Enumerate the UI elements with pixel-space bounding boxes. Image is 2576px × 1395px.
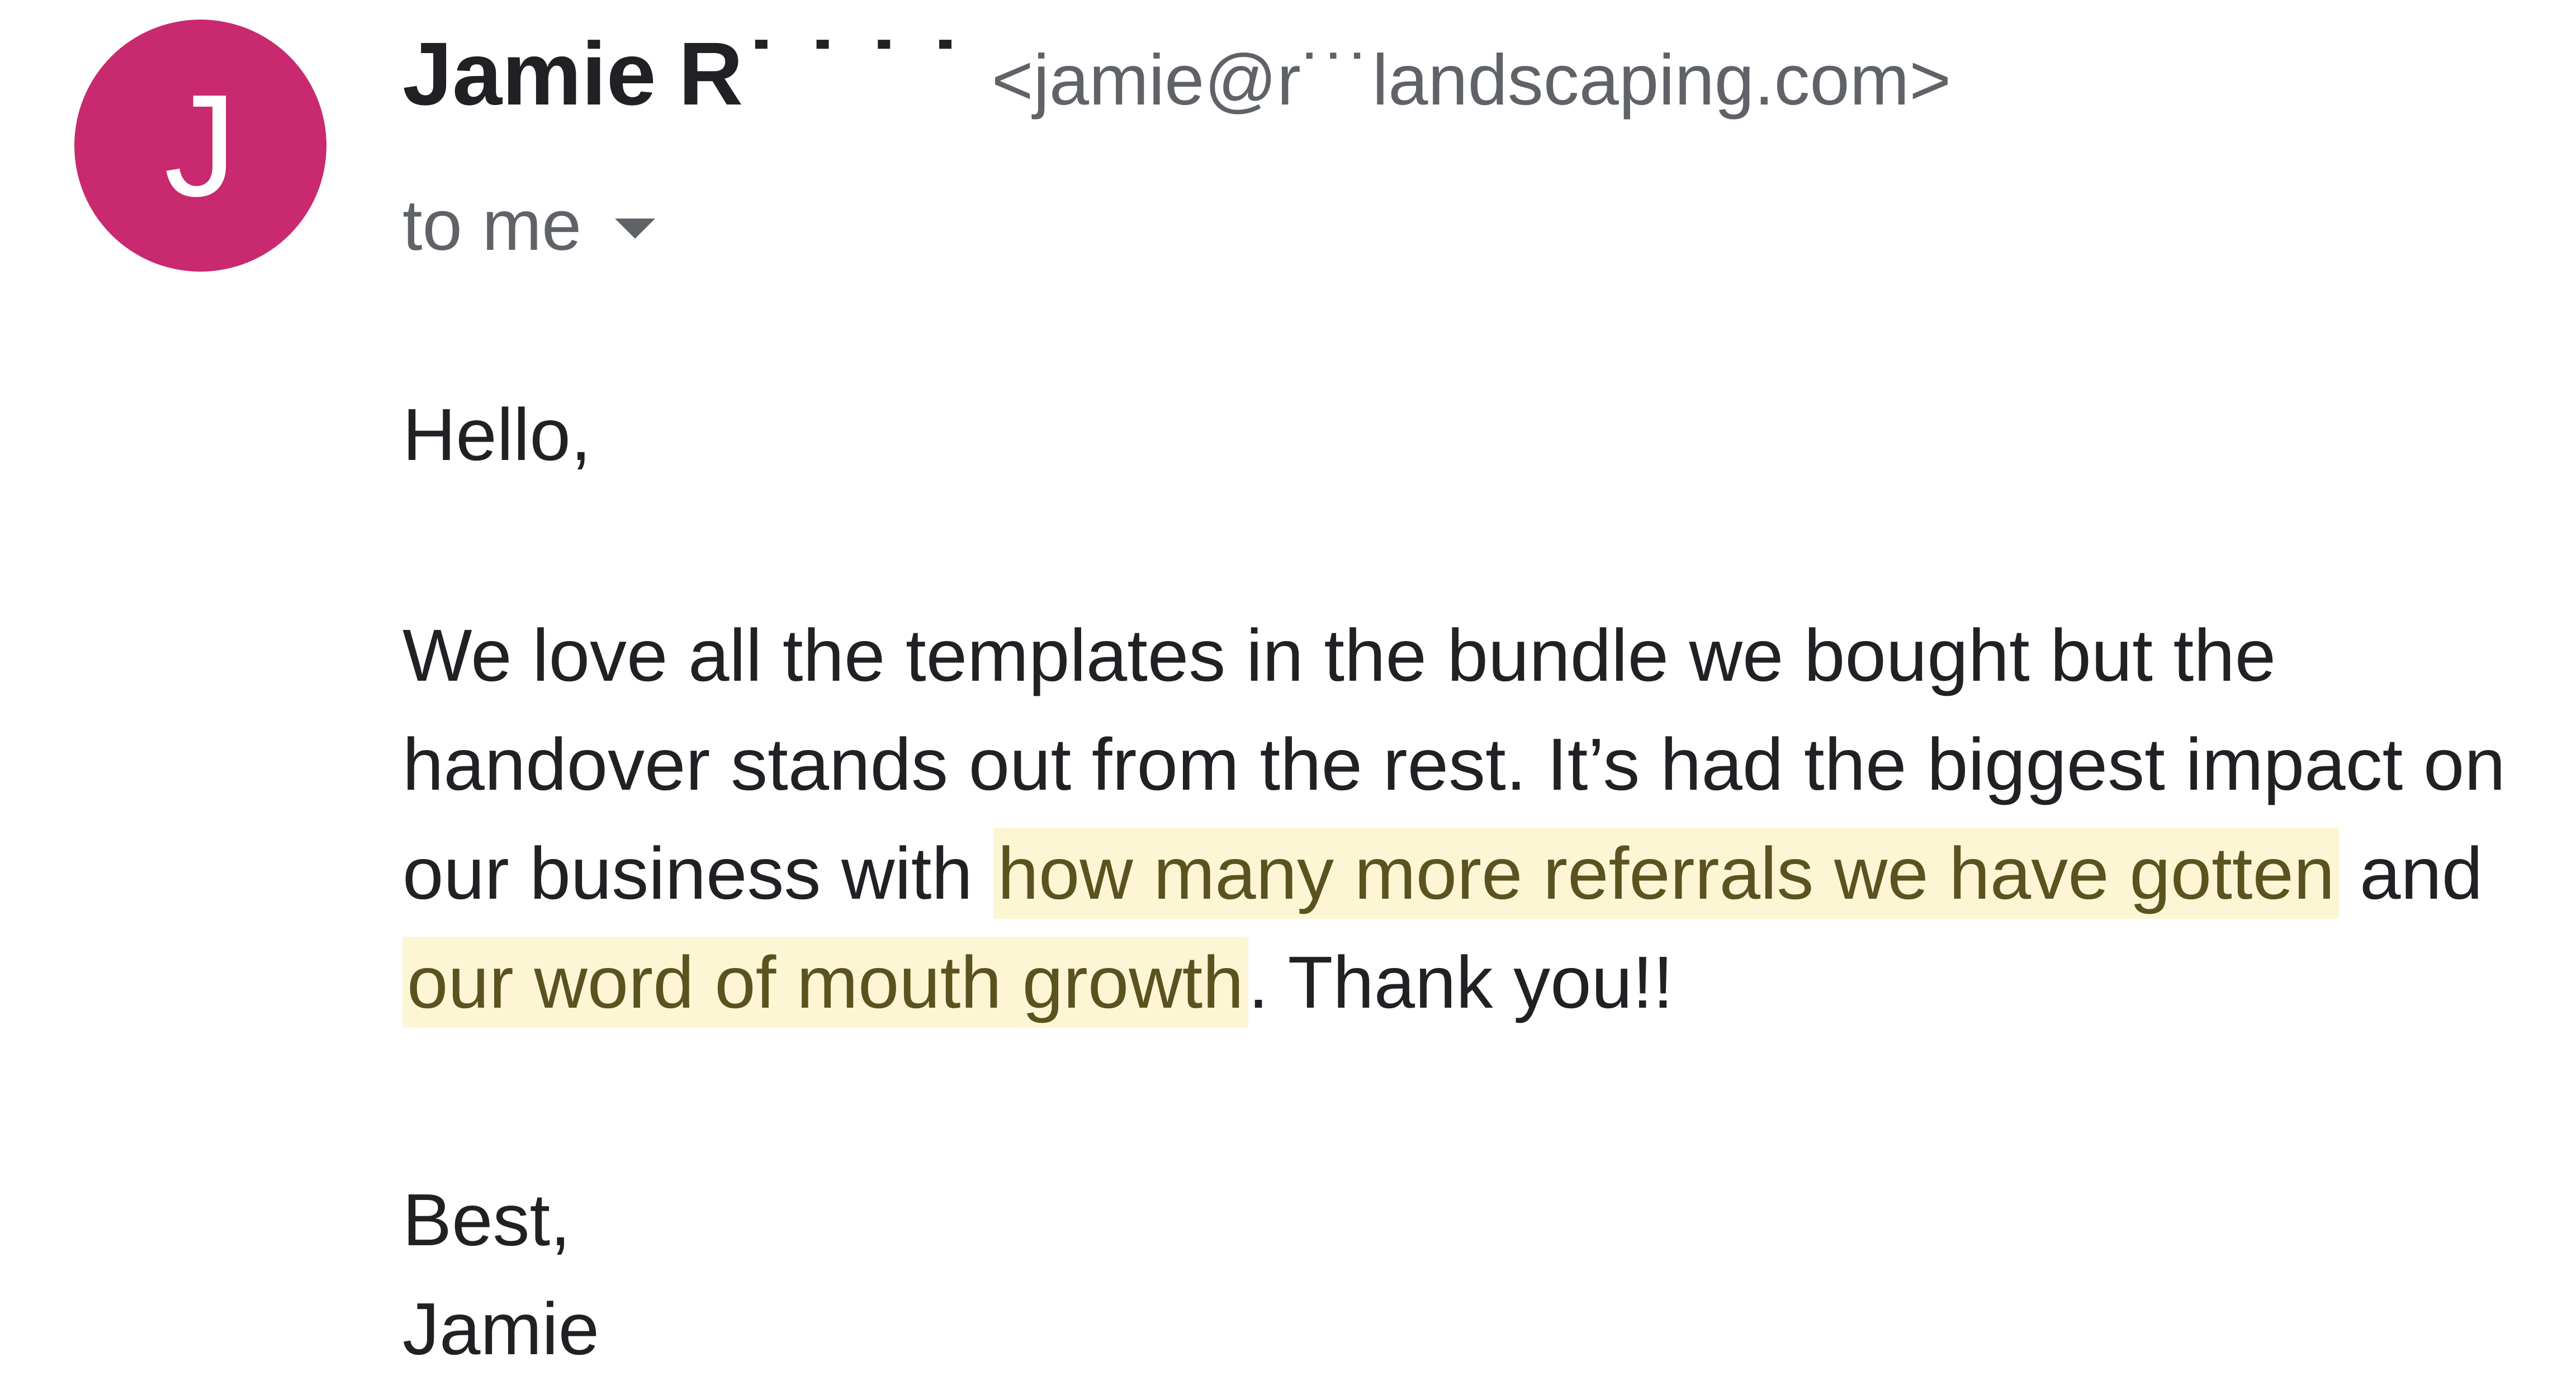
message-paragraph: We love all the templates in the bundle … — [402, 601, 2566, 1037]
sender-name[interactable]: Jamie — [402, 22, 656, 125]
highlighted-phrase: how many more referrals we have gotten — [993, 828, 2340, 919]
avatar[interactable]: J — [74, 20, 326, 272]
sender-line: Jamie R˙ ˙ ˙ ˙ <jamie@r˙˙˙landscaping.co… — [402, 22, 2555, 140]
message-body: Hello, We love all the templates in the … — [402, 380, 2566, 1383]
avatar-letter: J — [164, 64, 237, 227]
signoff: Best, — [402, 1179, 571, 1261]
highlighted-phrase: our word of mouth growth — [402, 937, 1248, 1028]
caret-down-icon[interactable] — [615, 218, 656, 239]
greeting: Hello, — [402, 393, 591, 476]
recipient-label: to me — [402, 186, 582, 265]
paragraph-text: . Thank you!! — [1248, 941, 1674, 1023]
paragraph-text: and — [2339, 832, 2483, 914]
message-header: Jamie R˙ ˙ ˙ ˙ <jamie@r˙˙˙landscaping.co… — [402, 22, 2555, 267]
sender-email: <jamie@r˙˙˙landscaping.com> — [991, 40, 1952, 120]
recipient-toggle[interactable]: to me — [402, 184, 2555, 267]
sender-name-redacted: R˙ ˙ ˙ ˙ — [678, 23, 964, 124]
signature: Jamie — [402, 1288, 600, 1370]
